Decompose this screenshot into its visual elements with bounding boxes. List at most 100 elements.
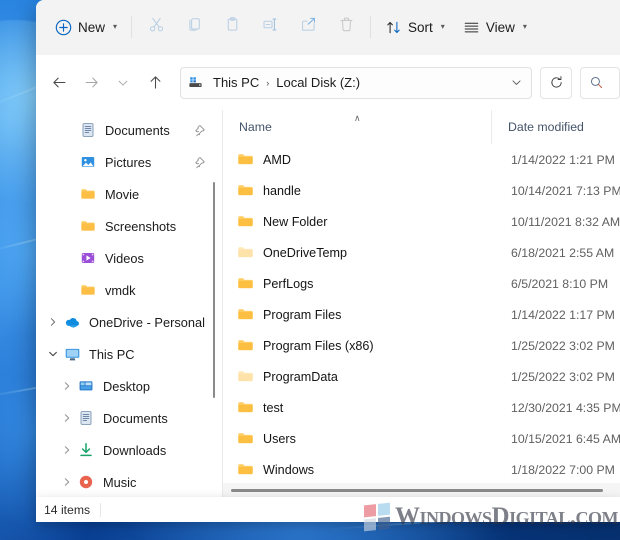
copy-button[interactable] [175,11,213,43]
sidebar-item-videos[interactable]: Videos [42,242,216,274]
sidebar-item-label: Documents [103,410,168,426]
file-date-modified: 12/30/2021 4:35 PM [511,400,620,415]
table-row[interactable]: Users 10/15/2021 6:45 AM [223,423,620,454]
sidebar-item-documents-quick[interactable]: Documents [42,114,216,146]
recent-locations-button[interactable] [108,68,138,98]
up-button[interactable] [140,68,170,98]
folder-icon-hidden [237,368,263,385]
view-lines-icon [463,19,480,36]
new-button[interactable]: New ▾ [46,11,126,43]
documents-icon [78,122,98,138]
folder-icon [237,275,263,292]
sidebar-item-vmdk[interactable]: vmdk [42,274,216,306]
pin-icon[interactable] [195,156,208,169]
file-list-pane: Name ∧ Date modified AMD 1/14/2022 1:21 … [223,110,620,497]
sidebar-item-screenshots[interactable]: Screenshots [42,210,216,242]
chevron-down-icon: ▾ [522,22,527,31]
new-button-label: New [78,19,106,35]
sidebar-item-documents-thispc[interactable]: Documents [42,402,216,434]
table-row[interactable]: test 12/30/2021 4:35 PM [223,392,620,423]
column-header-name[interactable]: Name ∧ [223,110,491,144]
sidebar-item-label: Desktop [103,378,150,394]
sidebar-item-onedrive[interactable]: OneDrive - Personal [42,306,216,338]
horizontal-scrollbar[interactable] [223,483,620,497]
chevron-right-icon[interactable] [44,317,62,327]
refresh-button[interactable] [540,66,572,99]
trash-icon [338,16,355,38]
folder-icon [237,306,263,323]
sidebar-item-this-pc[interactable]: This PC [42,338,216,370]
file-name: test [263,400,284,415]
file-date-modified: 6/5/2021 8:10 PM [511,276,609,291]
horizontal-scrollbar-thumb[interactable] [231,489,603,492]
table-row[interactable]: New Folder 10/11/2021 8:32 AM [223,206,620,237]
file-name: Windows [263,462,315,477]
table-row[interactable]: AMD 1/14/2022 1:21 PM [223,144,620,175]
folder-icon [237,399,263,416]
file-name: OneDriveTemp [263,245,347,260]
arrow-left-icon [52,77,65,88]
chevron-down-icon[interactable] [44,349,62,359]
folder-icon [237,213,263,230]
cut-button[interactable] [137,11,175,43]
breadcrumb-item-this-pc[interactable]: This PC [208,72,264,93]
folder-icon [78,282,98,298]
table-row[interactable]: Program Files (x86) 1/25/2022 3:02 PM [223,330,620,361]
table-row[interactable]: OneDriveTemp 6/18/2021 2:55 AM [223,237,620,268]
pin-icon[interactable] [195,124,208,137]
sidebar-item-pictures[interactable]: Pictures [42,146,216,178]
file-rows: AMD 1/14/2022 1:21 PM handle 10/14/2021 … [223,144,620,483]
search-input[interactable] [580,66,620,99]
table-row[interactable]: handle 10/14/2021 7:13 PM [223,175,620,206]
chevron-right-icon[interactable] [58,381,76,391]
music-icon [76,474,96,490]
folder-icon [237,182,263,199]
rename-button[interactable] [251,11,289,43]
paste-button[interactable] [213,11,251,43]
file-name: AMD [263,152,291,167]
file-name: ProgramData [263,369,338,384]
sort-ascending-icon: ∧ [354,113,361,123]
sidebar-item-label: Music [103,474,137,490]
folder-icon [237,461,263,478]
chevron-right-icon[interactable] [58,413,76,423]
breadcrumb-separator-icon: › [266,77,270,88]
delete-button[interactable] [327,11,365,43]
column-header-row: Name ∧ Date modified [223,110,620,144]
chevron-down-icon [118,80,128,86]
sidebar-item-label: Videos [105,250,144,266]
table-row[interactable]: Windows 1/18/2022 7:00 PM [223,454,620,483]
sidebar-scrollbar-thumb[interactable] [213,182,215,398]
chevron-right-icon[interactable] [58,477,76,487]
chevron-right-icon[interactable] [58,445,76,455]
sidebar-item-label: vmdk [105,282,136,298]
file-name: Program Files [263,307,342,322]
refresh-icon [550,76,562,88]
sort-button[interactable]: Sort ▾ [376,11,454,43]
folder-icon [237,430,263,447]
sidebar-item-desktop[interactable]: Desktop [42,370,216,402]
sidebar-item-label: Downloads [103,442,167,458]
sidebar-item-downloads[interactable]: Downloads [42,434,216,466]
table-row[interactable]: ProgramData 1/25/2022 3:02 PM [223,361,620,392]
folder-icon [237,151,263,168]
table-row[interactable]: Program Files 1/14/2022 1:17 PM [223,299,620,330]
table-row[interactable]: PerfLogs 6/5/2021 8:10 PM [223,268,620,299]
share-button[interactable] [289,11,327,43]
breadcrumb[interactable]: This PC › Local Disk (Z:) [180,66,532,99]
sidebar-item-movie[interactable]: Movie [42,178,216,210]
breadcrumb-item-local-disk[interactable]: Local Disk (Z:) [271,72,365,93]
column-header-name-label: Name [239,120,272,134]
folder-icon [78,218,98,234]
sidebar-item-music[interactable]: Music [42,466,216,497]
back-button[interactable] [44,68,74,98]
view-button[interactable]: View ▾ [454,11,536,43]
file-date-modified: 1/25/2022 3:02 PM [511,369,615,384]
breadcrumb-dropdown-button[interactable] [505,71,527,95]
file-date-modified: 1/18/2022 7:00 PM [511,462,615,477]
desktop-icon [76,378,96,394]
navigation-pane[interactable]: Documents Pictures Movie Screenshots Vid… [36,110,222,497]
forward-button[interactable] [76,68,106,98]
column-header-date-modified[interactable]: Date modified [491,110,620,144]
sidebar-scrollbar[interactable] [210,110,218,497]
